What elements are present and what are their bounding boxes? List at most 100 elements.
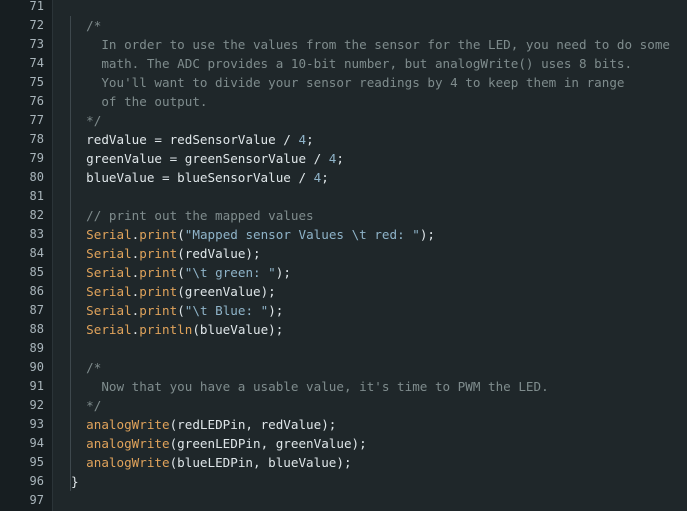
code-line[interactable]: 96} [0, 472, 687, 491]
code-text[interactable]: Now that you have a usable value, it's t… [71, 377, 549, 396]
line-number: 85 [29, 265, 44, 279]
line-number: 73 [29, 37, 44, 51]
code-token: print [139, 265, 178, 280]
code-token: print [139, 284, 178, 299]
line-number: 77 [29, 113, 44, 127]
code-line[interactable]: 79 greenValue = greenSensorValue / 4; [0, 149, 687, 168]
code-line[interactable]: 89 [0, 339, 687, 358]
code-token: Now that you have a usable value, it's t… [71, 379, 549, 394]
code-token: Serial [86, 322, 132, 337]
line-number: 79 [29, 151, 44, 165]
line-number: 90 [29, 360, 44, 374]
line-number: 88 [29, 322, 44, 336]
code-line[interactable]: 86 Serial.print(greenValue); [0, 282, 687, 301]
line-number: 83 [29, 227, 44, 241]
code-line[interactable]: 78 redValue = redSensorValue / 4; [0, 130, 687, 149]
code-text[interactable]: Serial.print(redValue); [71, 244, 260, 263]
code-token: "\t Blue: " [184, 303, 269, 318]
code-text[interactable]: Serial.print("\t green: "); [71, 263, 291, 282]
code-line[interactable]: 82 // print out the mapped values [0, 206, 687, 225]
code-line[interactable]: 87 Serial.print("\t Blue: "); [0, 301, 687, 320]
code-token: */ [71, 398, 102, 413]
code-token: print [139, 246, 178, 261]
code-text[interactable]: */ [71, 111, 101, 130]
code-text[interactable]: */ [71, 396, 101, 415]
code-line[interactable]: 88 Serial.println(blueValue); [0, 320, 687, 339]
line-number: 76 [29, 94, 44, 108]
code-token: ); [268, 303, 284, 318]
code-token: // print out the mapped values [71, 208, 314, 223]
line-number: 72 [29, 18, 44, 32]
code-line[interactable]: 73 In order to use the values from the s… [0, 35, 687, 54]
line-number: 81 [29, 189, 44, 203]
code-text[interactable]: redValue = redSensorValue / 4; [71, 130, 314, 149]
code-text[interactable]: In order to use the values from the sens… [71, 35, 670, 54]
code-line[interactable]: 77 */ [0, 111, 687, 130]
code-token: Serial [86, 227, 132, 242]
line-number: 86 [29, 284, 44, 298]
code-text[interactable]: Serial.print(greenValue); [71, 282, 276, 301]
code-text[interactable]: of the output. [71, 92, 207, 111]
code-token: ( [177, 303, 185, 318]
code-line[interactable]: 75 You'll want to divide your sensor rea… [0, 73, 687, 92]
code-line[interactable]: 71 [0, 0, 687, 16]
code-line[interactable]: 97 [0, 491, 687, 510]
code-token: ( [177, 265, 185, 280]
code-text[interactable]: Serial.print("Mapped sensor Values \t re… [71, 225, 435, 244]
code-text[interactable]: analogWrite(greenLEDPin, greenValue); [71, 434, 367, 453]
code-token: Serial [86, 284, 132, 299]
code-text[interactable]: blueValue = blueSensorValue / 4; [71, 168, 329, 187]
code-text[interactable]: /* [71, 16, 101, 35]
code-line[interactable]: 80 blueValue = blueSensorValue / 4; [0, 168, 687, 187]
code-text[interactable]: analogWrite(redLEDPin, redValue); [71, 415, 336, 434]
code-token: Serial [86, 246, 132, 261]
code-text[interactable]: You'll want to divide your sensor readin… [71, 73, 624, 92]
line-number: 89 [29, 341, 44, 355]
code-token: analogWrite [86, 417, 170, 432]
code-token: ; [321, 170, 329, 185]
code-token: (greenLEDPin, greenValue); [169, 436, 367, 451]
code-line[interactable]: 81 [0, 187, 687, 206]
code-token: ( [177, 227, 185, 242]
code-line[interactable]: 76 of the output. [0, 92, 687, 111]
code-text[interactable]: } [71, 472, 79, 491]
code-text[interactable]: Serial.println(blueValue); [71, 320, 283, 339]
code-line[interactable]: 94 analogWrite(greenLEDPin, greenValue); [0, 434, 687, 453]
code-token: greenValue = greenSensorValue / [71, 151, 329, 166]
code-token: 4 [298, 132, 307, 147]
line-number: 75 [29, 75, 44, 89]
code-text[interactable]: Serial.print("\t Blue: "); [71, 301, 283, 320]
code-token: print [139, 303, 178, 318]
code-line[interactable]: 74 math. The ADC provides a 10-bit numbe… [0, 54, 687, 73]
code-text[interactable]: // print out the mapped values [71, 206, 314, 225]
line-number: 92 [29, 398, 44, 412]
code-text[interactable]: analogWrite(blueLEDPin, blueValue); [71, 453, 351, 472]
line-number: 94 [29, 436, 44, 450]
code-token: "\t green: " [184, 265, 276, 280]
line-number: 97 [29, 493, 44, 507]
code-line[interactable]: 90 /* [0, 358, 687, 377]
code-text[interactable]: greenValue = greenSensorValue / 4; [71, 149, 344, 168]
code-token: analogWrite [86, 436, 170, 451]
code-line[interactable]: 84 Serial.print(redValue); [0, 244, 687, 263]
code-line[interactable]: 85 Serial.print("\t green: "); [0, 263, 687, 282]
code-token: analogWrite [86, 455, 170, 470]
line-number: 78 [29, 132, 44, 146]
code-token: */ [71, 113, 102, 128]
line-number: 74 [29, 56, 44, 70]
code-line[interactable]: 92 */ [0, 396, 687, 415]
code-token: math. The ADC provides a 10-bit number, … [71, 56, 633, 71]
code-text[interactable]: /* [71, 358, 101, 377]
code-editor[interactable]: 71 72 /* 73 In order to use the values fro… [0, 0, 687, 511]
code-line[interactable]: 95 analogWrite(blueLEDPin, blueValue); [0, 453, 687, 472]
code-token: ); [275, 265, 291, 280]
code-token: ; [336, 151, 344, 166]
code-token: /* [71, 18, 102, 33]
code-text[interactable]: math. The ADC provides a 10-bit number, … [71, 54, 632, 73]
code-line[interactable]: 72 /* [0, 16, 687, 35]
code-token: "Mapped sensor Values \t red: " [184, 227, 420, 242]
code-line[interactable]: 91 Now that you have a usable value, it'… [0, 377, 687, 396]
code-line[interactable]: 83 Serial.print("Mapped sensor Values \t… [0, 225, 687, 244]
code-line[interactable]: 93 analogWrite(redLEDPin, redValue); [0, 415, 687, 434]
